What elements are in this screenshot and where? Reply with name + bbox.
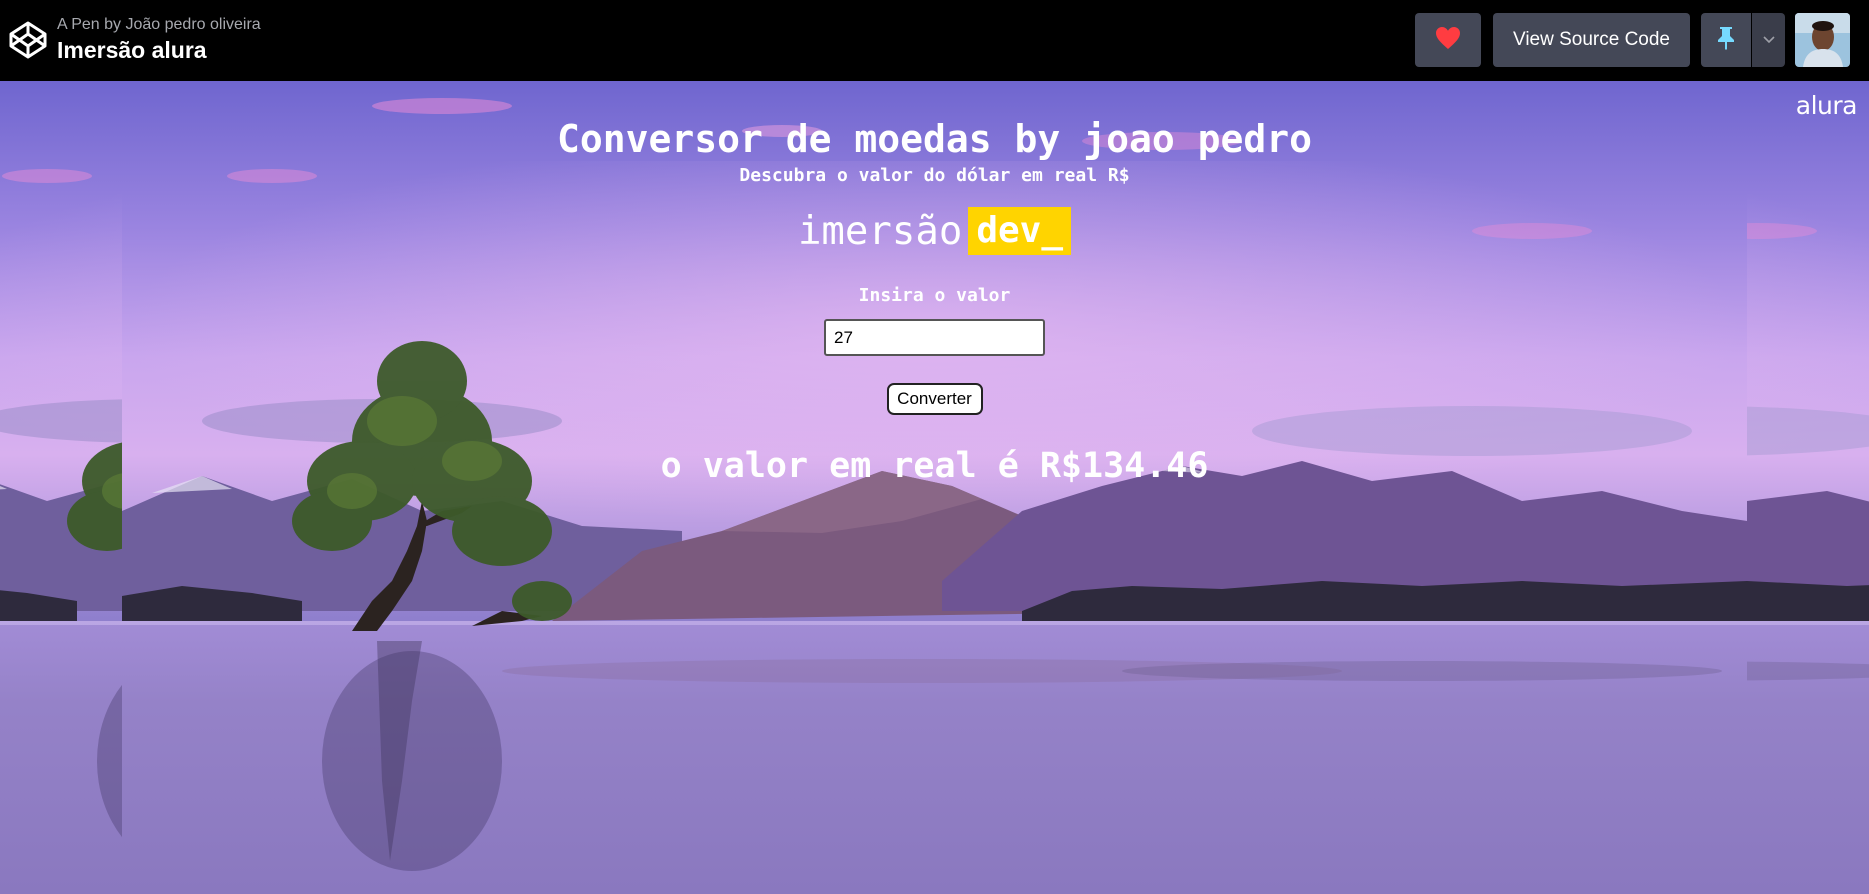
chevron-down-icon bbox=[1762, 31, 1775, 49]
pen-preview: alura Conversor de moedas by joao pedro … bbox=[0, 81, 1869, 894]
value-input[interactable] bbox=[824, 319, 1045, 356]
pin-button[interactable] bbox=[1701, 13, 1751, 67]
codepen-logo-icon[interactable] bbox=[8, 20, 48, 60]
background-image-left bbox=[0, 81, 122, 894]
dev-badge: dev_ bbox=[968, 207, 1072, 255]
result-text: o valor em real é R$134.46 bbox=[660, 446, 1209, 486]
pin-menu-button[interactable] bbox=[1752, 13, 1785, 67]
heart-icon bbox=[1435, 26, 1461, 55]
imersao-word: imersão bbox=[797, 208, 963, 254]
codepen-header: A Pen by João pedro oliveira Imersão alu… bbox=[0, 0, 1869, 81]
page-subtitle: Descubra o valor do dólar em real R$ bbox=[739, 165, 1130, 186]
user-avatar[interactable] bbox=[1795, 13, 1850, 67]
pin-icon bbox=[1717, 26, 1735, 55]
pen-meta: A Pen by João pedro oliveira Imersão alu… bbox=[57, 15, 261, 65]
convert-button[interactable]: Converter bbox=[886, 383, 983, 415]
converter-app: Conversor de moedas by joao pedro Descub… bbox=[122, 81, 1747, 487]
imersao-dev-logo: imersão dev_ bbox=[797, 207, 1072, 255]
page-title: Conversor de moedas by joao pedro bbox=[557, 117, 1312, 161]
pen-title: Imersão alura bbox=[57, 37, 207, 63]
view-source-button[interactable]: View Source Code bbox=[1493, 13, 1690, 67]
alura-logo: alura bbox=[1795, 91, 1858, 120]
pen-author[interactable]: A Pen by João pedro oliveira bbox=[57, 15, 261, 35]
value-input-label: Insira o valor bbox=[858, 285, 1011, 306]
background-image-right bbox=[1747, 81, 1869, 894]
like-button[interactable] bbox=[1415, 13, 1481, 67]
